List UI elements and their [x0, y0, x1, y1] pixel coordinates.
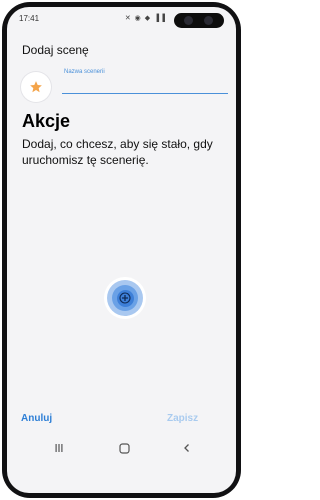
save-button[interactable]: Zapisz [167, 413, 198, 424]
star-icon [30, 81, 42, 93]
recents-icon[interactable] [52, 441, 66, 455]
add-button-ring-inner [112, 285, 138, 311]
camera-cutout [174, 13, 224, 28]
screen: 17:41 ✕ ◉ ◆ ▐▐ Dodaj scenę Nazwa sceneri… [7, 7, 236, 493]
status-icons: ✕ ◉ ◆ ▐▐ [124, 15, 166, 22]
home-icon[interactable] [117, 441, 131, 455]
page-title: Dodaj scenę [22, 43, 89, 57]
actions-title: Akcje [22, 111, 71, 131]
status-time: 17:41 [19, 14, 40, 23]
scene-name-input[interactable] [62, 77, 228, 94]
navigation-bar [7, 437, 236, 459]
scene-name-label: Nazwa scenerii [64, 69, 105, 75]
phone-frame: 17:41 ✕ ◉ ◆ ▐▐ Dodaj scenę Nazwa sceneri… [2, 2, 241, 498]
status-bar: 17:41 ✕ ◉ ◆ ▐▐ [7, 7, 236, 29]
plus-icon [119, 292, 131, 304]
actions-description: Dodaj, co chcesz, aby się stało, gdy uru… [22, 137, 213, 167]
back-icon[interactable] [180, 441, 194, 455]
add-button-ring-outer [107, 280, 143, 316]
cancel-button[interactable]: Anuluj [21, 413, 52, 424]
add-button-core [116, 289, 134, 307]
scene-icon-picker[interactable] [21, 72, 51, 102]
add-action-button[interactable] [104, 277, 146, 319]
